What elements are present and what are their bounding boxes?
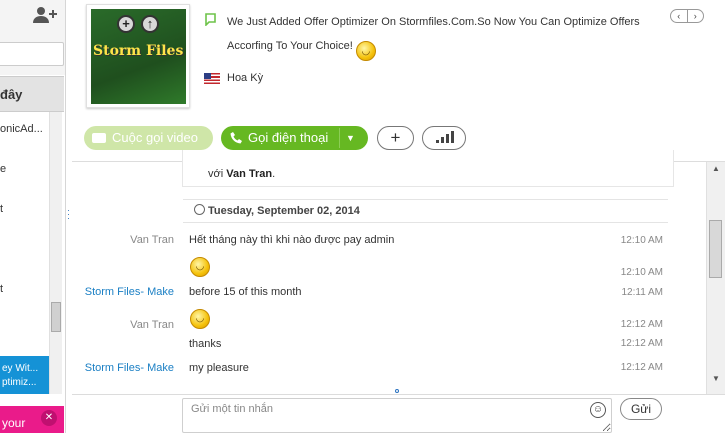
previous-suffix: .	[272, 168, 276, 180]
contact-sidebar: đây onicAd... e t t ey Wit... ptimiz... …	[0, 0, 66, 433]
signal-bar	[451, 131, 454, 143]
add-participant-button[interactable]: +	[377, 126, 414, 150]
sidebar-contact[interactable]: t	[0, 203, 3, 215]
phone-icon	[230, 132, 242, 144]
mood-nav[interactable]: ‹ ›	[670, 9, 704, 23]
message-text: my pleasure	[189, 362, 249, 374]
message-text: thanks	[189, 338, 222, 350]
sidebar-recent-header[interactable]: đây	[0, 76, 64, 112]
message-sender[interactable]: Van Tran	[130, 234, 174, 246]
call-button-separator	[339, 128, 340, 148]
resize-handle[interactable]	[395, 389, 399, 393]
chevron-left-icon[interactable]: ‹	[671, 10, 688, 22]
signal-bar	[441, 137, 444, 143]
chat-history	[72, 162, 706, 394]
promo-text: your	[2, 416, 26, 430]
signal-bar	[446, 134, 449, 143]
scroll-down-icon[interactable]: ▼	[709, 374, 723, 384]
avatar-image: + ↑ Storm Files	[91, 9, 186, 104]
message-sender[interactable]: Storm Files- Make	[85, 362, 174, 374]
smile-emoticon-icon: ◡	[190, 309, 210, 329]
close-icon[interactable]: ✕	[41, 410, 57, 426]
message-text: Hết tháng này thì khi nào được pay admin	[189, 234, 395, 246]
chat-scroll-thumb[interactable]	[709, 220, 722, 278]
smile-emoticon-icon: ◡	[190, 257, 210, 277]
smile-emoticon-icon: ◡	[355, 41, 376, 61]
date-header: Tuesday, September 02, 2014	[208, 205, 360, 217]
message-sender[interactable]: Storm Files- Make	[85, 286, 174, 298]
call-quality-button[interactable]	[422, 126, 466, 150]
message-time: 12:12 AM	[620, 319, 663, 330]
previous-message-text: với Van Tran.	[208, 168, 275, 180]
video-call-button[interactable]: Cuộc gọi video	[84, 126, 213, 150]
previous-prefix: với	[208, 168, 224, 180]
sidebar-scroll-thumb[interactable]	[51, 302, 61, 332]
avatar[interactable]: + ↑ Storm Files	[86, 4, 190, 108]
previous-name: Van Tran	[226, 168, 273, 180]
scroll-up-icon[interactable]: ▲	[709, 164, 723, 174]
plus-icon: +	[117, 15, 135, 33]
recent-label: đây	[0, 87, 23, 102]
selected-line-2: ptimiz...	[2, 377, 37, 388]
mood-icon	[204, 12, 218, 27]
sidebar-contact[interactable]: onicAd...	[0, 123, 43, 135]
message-time: 12:12 AM	[620, 338, 663, 349]
message-text: before 15 of this month	[189, 286, 302, 298]
mood-message: We Just Added Offer Optimizer On Stormfi…	[227, 10, 672, 61]
flag-canton	[204, 73, 211, 79]
message-sender[interactable]: Van Tran	[130, 319, 174, 331]
chevron-right-icon[interactable]: ›	[688, 10, 704, 22]
signal-bar	[436, 140, 439, 143]
add-contact-icon[interactable]	[32, 6, 60, 26]
sidebar-contact[interactable]: e	[0, 163, 6, 175]
mood-text: We Just Added Offer Optimizer On Stormfi…	[227, 16, 640, 52]
message-time: 12:10 AM	[620, 235, 663, 246]
chevron-down-icon[interactable]: ▼	[346, 126, 368, 150]
avatar-title: Storm Files	[93, 43, 184, 59]
sidebar-contact[interactable]: t	[0, 283, 3, 295]
video-camera-icon	[92, 133, 106, 143]
sidebar-scrollbar[interactable]	[49, 112, 62, 394]
message-time: 12:12 AM	[620, 362, 663, 373]
clock-icon	[194, 204, 205, 215]
emoticon-picker-icon[interactable]: ☺	[590, 402, 606, 418]
sidebar-search-input[interactable]	[0, 42, 64, 66]
call-label: Gọi điện thoại	[248, 130, 329, 145]
selected-line-1: ey Wit...	[2, 363, 39, 374]
message-time: 12:10 AM	[620, 267, 663, 278]
arrow-up-icon: ↑	[141, 15, 159, 33]
sidebar-selected-conversation[interactable]: ey Wit... ptimiz...	[0, 356, 49, 394]
message-time: 12:11 AM	[621, 287, 663, 298]
send-button[interactable]: Gửi	[620, 398, 662, 420]
video-call-label: Cuộc gọi video	[112, 130, 198, 145]
message-input[interactable]	[182, 398, 612, 433]
chat-scrollbar[interactable]: ▲ ▼	[706, 162, 725, 394]
country-label: Hoa Kỳ	[227, 72, 264, 84]
splitter-handle[interactable]: · · ·	[67, 206, 71, 223]
